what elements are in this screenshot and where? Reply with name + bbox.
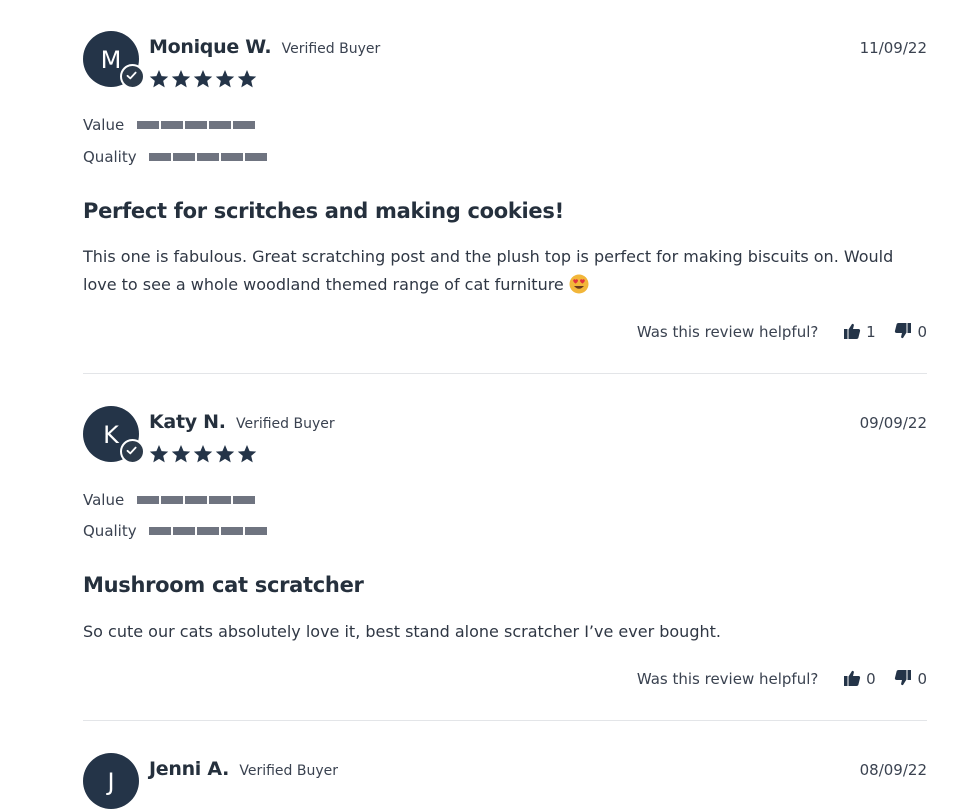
- star-icon: [193, 445, 213, 463]
- avatar-initial: K: [103, 421, 119, 449]
- star-rating: [149, 69, 259, 91]
- helpful-no-count: 0: [917, 670, 927, 688]
- review-item: M Monique W. Verified Buyer 11/09/22 Val…: [83, 31, 927, 351]
- star-icon: [237, 70, 257, 88]
- quality-label: Quality: [83, 147, 137, 166]
- helpful-no-button[interactable]: 0: [894, 322, 927, 341]
- verified-buyer-badge: Verified Buyer: [235, 416, 335, 432]
- verified-buyer-badge: Verified Buyer: [281, 41, 381, 57]
- star-icon: [215, 445, 235, 463]
- review-item: J Jenni A. Verified Buyer 08/09/22: [83, 753, 927, 809]
- helpful-yes-button[interactable]: 0: [843, 669, 876, 688]
- star-icon: [149, 445, 169, 463]
- reviewer-name-text: Jenni A.: [149, 758, 230, 780]
- thumbs-down-icon: [895, 323, 912, 339]
- value-label: Value: [83, 115, 125, 134]
- helpful-no-button[interactable]: 0: [894, 669, 927, 688]
- value-bar: [136, 495, 257, 504]
- review-body: So cute our cats absolutely love it, bes…: [83, 618, 923, 646]
- star-rating: [149, 444, 259, 466]
- reviewer-name: Jenni A. Verified Buyer: [149, 758, 338, 780]
- helpful-prompt: Was this review helpful?: [636, 323, 819, 341]
- verified-check-icon: [120, 439, 145, 464]
- heart-eyes-emoji-icon: [569, 274, 589, 294]
- value-rating: Value: [83, 490, 257, 510]
- avatar: K: [83, 406, 145, 464]
- star-icon: [171, 70, 191, 88]
- avatar: J: [83, 753, 139, 809]
- review-title: Mushroom cat scratcher: [83, 573, 364, 597]
- quality-rating: Quality: [83, 147, 269, 167]
- review-date: 08/09/22: [859, 761, 927, 779]
- thumbs-up-icon: [844, 323, 861, 339]
- value-bar: [136, 120, 257, 129]
- star-icon: [193, 70, 213, 88]
- helpful-yes-count: 0: [866, 670, 876, 688]
- helpful-no-count: 0: [917, 323, 927, 341]
- value-label: Value: [83, 490, 125, 509]
- thumbs-up-icon: [844, 670, 861, 686]
- helpful-section: Was this review helpful? 1 0: [637, 322, 927, 341]
- quality-label: Quality: [83, 521, 137, 540]
- review-date: 11/09/22: [859, 39, 927, 57]
- review-body: This one is fabulous. Great scratching p…: [83, 243, 923, 299]
- review-title: Perfect for scritches and making cookies…: [83, 199, 564, 223]
- avatar-initial: J: [107, 768, 115, 796]
- divider: [83, 720, 927, 721]
- helpful-section: Was this review helpful? 0 0: [637, 669, 927, 688]
- reviewer-name-text: Katy N.: [149, 411, 226, 433]
- thumbs-down-icon: [895, 670, 912, 686]
- quality-rating: Quality: [83, 521, 269, 541]
- star-icon: [149, 70, 169, 88]
- review-body-text: So cute our cats absolutely love it, bes…: [83, 622, 721, 641]
- quality-bar: [149, 152, 269, 161]
- value-rating: Value: [83, 115, 257, 135]
- avatar: M: [83, 31, 145, 89]
- reviewer-name: Monique W. Verified Buyer: [149, 36, 380, 58]
- star-icon: [171, 445, 191, 463]
- helpful-prompt: Was this review helpful?: [636, 670, 819, 688]
- star-icon: [237, 445, 257, 463]
- review-item: K Katy N. Verified Buyer 09/09/22 Value …: [83, 406, 927, 696]
- reviewer-name: Katy N. Verified Buyer: [149, 411, 335, 433]
- review-body-text: This one is fabulous. Great scratching p…: [83, 247, 894, 294]
- helpful-yes-button[interactable]: 1: [843, 322, 876, 341]
- star-icon: [215, 70, 235, 88]
- quality-bar: [149, 526, 269, 535]
- helpful-yes-count: 1: [866, 323, 876, 341]
- reviewer-name-text: Monique W.: [149, 36, 272, 58]
- verified-buyer-badge: Verified Buyer: [239, 763, 338, 779]
- verified-check-icon: [120, 64, 145, 89]
- review-date: 09/09/22: [859, 414, 927, 432]
- divider: [83, 373, 927, 374]
- avatar-initial: M: [100, 46, 122, 74]
